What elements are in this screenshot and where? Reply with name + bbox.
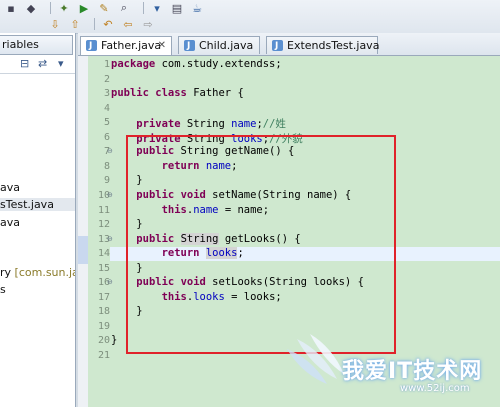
next-annotation-icon[interactable]: ⇩: [48, 18, 62, 31]
prev-annotation-icon[interactable]: ⇧: [68, 18, 82, 31]
collapse-all-icon[interactable]: ⊟: [20, 57, 29, 70]
last-edit-icon[interactable]: ↶: [101, 18, 115, 31]
line-number: 15: [97, 262, 110, 274]
line-number: 6: [103, 131, 110, 143]
forward-icon[interactable]: ⇨: [141, 18, 155, 31]
code-line[interactable]: public class Father {: [111, 87, 244, 99]
java-file-icon: [86, 37, 97, 55]
java-file-icon: [272, 37, 283, 55]
panel-tools: ⊟ ⇄ ▾: [0, 55, 75, 74]
line-number-ruler: 1 2 3 4 5 6 7 ⊖ 8 9 10 ⊖ 11 12 13 ⊖ 14 15 16 ⊖ 17 18 19 20 21: [88, 56, 113, 407]
line-number: 18: [97, 306, 110, 318]
toolbar-row-2: ⇩ ⇧ ↶ ⇦ ⇨: [48, 16, 161, 32]
line-number: 3: [103, 88, 110, 100]
toolbar-separator: [50, 2, 51, 14]
code-line[interactable]: private String name;//姓: [111, 116, 286, 131]
back-icon[interactable]: ⇦: [121, 18, 135, 31]
line-number: 1: [103, 59, 110, 70]
perspective-icon[interactable]: ▤: [170, 2, 184, 15]
line-number: 17: [97, 291, 110, 303]
tree-item-selected[interactable]: sTest.java: [0, 198, 75, 211]
tab-father-java[interactable]: Father.java ✕: [80, 36, 172, 55]
line-number: 5: [103, 117, 110, 129]
tab-label: ExtendsTest.java: [287, 39, 380, 52]
toolbar-separator: [143, 2, 144, 14]
debug-icon[interactable]: ✦: [57, 2, 71, 15]
tab-label: Father.java: [101, 39, 162, 52]
highlight-annotation-box: [126, 135, 396, 354]
tree-item-label: ry: [0, 266, 15, 279]
line-number: 19: [97, 320, 110, 332]
line-number: 14: [97, 248, 110, 260]
line-number: 9: [103, 175, 110, 187]
annotation-gutter[interactable]: [78, 56, 88, 407]
code-area[interactable]: 1 2 3 4 5 6 7 ⊖ 8 9 10 ⊖ 11 12 13 ⊖ 14 15 16 ⊖ 17 18 19 20 21 pa…: [78, 56, 500, 407]
close-icon[interactable]: ✕: [158, 37, 166, 55]
tree-item-library[interactable]: ry [com.sun.ja: [0, 266, 75, 279]
watermark-url: www.52ij.com: [400, 383, 470, 394]
java-file-icon: [184, 37, 195, 55]
toolbar-row-1: ▪ ◆ ✦ ▶ ✎ ⌕ ▾ ▤ ☕: [4, 0, 210, 16]
line-number: 20: [97, 335, 110, 347]
tab-child-java[interactable]: Child.java: [178, 36, 260, 55]
line-number: 8: [103, 160, 110, 172]
tree-item[interactable]: s: [0, 283, 75, 296]
tab-label: Child.java: [199, 39, 254, 52]
line-number: 21: [97, 350, 110, 361]
editor-tab-bar: Father.java ✕ Child.java ExtendsTest.jav…: [78, 33, 500, 56]
link-editor-icon[interactable]: ⇄: [38, 57, 47, 70]
watermark-text: 我爱IT技术网: [342, 359, 483, 384]
code-line[interactable]: package com.study.extendss;: [111, 58, 282, 70]
toolbar-separator: [94, 18, 95, 30]
line-number: 4: [103, 102, 110, 114]
new-icon[interactable]: ◆: [24, 2, 38, 15]
tree-item[interactable]: ava: [0, 181, 75, 194]
tree-item-suffix: [com.sun.ja: [14, 266, 75, 279]
line-number: 12: [97, 219, 110, 231]
run-icon[interactable]: ▶: [77, 2, 91, 15]
tab-extendstest-java[interactable]: ExtendsTest.java: [266, 36, 380, 55]
view-menu-icon[interactable]: ▾: [58, 57, 64, 70]
main-toolbar: ▪ ◆ ✦ ▶ ✎ ⌕ ▾ ▤ ☕ ⇩ ⇧ ↶ ⇦ ⇨: [0, 0, 500, 34]
line-number: 2: [103, 73, 110, 85]
watermark: 我爱IT技术网 www.52ij.com: [282, 329, 492, 399]
external-tools-icon[interactable]: ▾: [150, 2, 164, 15]
gutter-marker: [78, 236, 88, 264]
line-number: 11: [97, 204, 110, 216]
variables-tab[interactable]: riables: [0, 35, 73, 55]
open-type-icon[interactable]: ✎: [97, 2, 111, 15]
code-editor: Father.java ✕ Child.java ExtendsTest.jav…: [78, 33, 500, 407]
save-icon[interactable]: ▪: [4, 2, 18, 15]
java-perspective-icon[interactable]: ☕: [190, 2, 204, 15]
code-line[interactable]: }: [111, 334, 117, 346]
package-explorer-panel: riables ⊟ ⇄ ▾ ava sTest.java ava ry [com…: [0, 33, 76, 407]
tree-item[interactable]: ava: [0, 216, 75, 229]
search-icon[interactable]: ⌕: [117, 1, 131, 14]
